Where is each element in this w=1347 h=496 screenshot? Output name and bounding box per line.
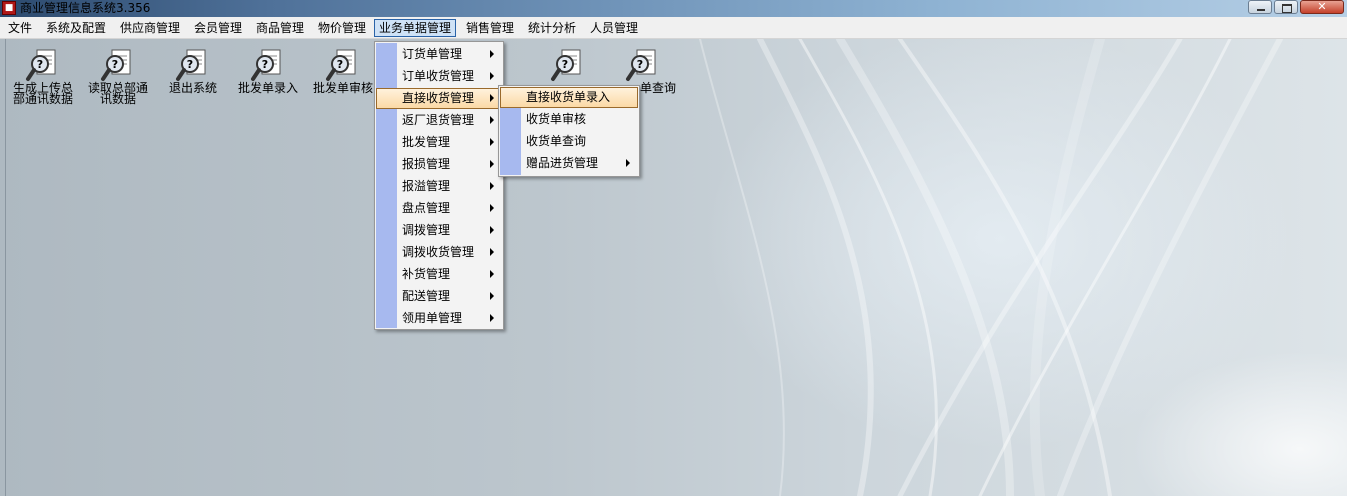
submenu-arrow-icon <box>490 94 494 102</box>
menu-file[interactable]: 文件 <box>4 19 36 37</box>
menu-item-label: 收货单审核 <box>526 112 587 126</box>
menu-item-transfer-receiving[interactable]: 调拨收货管理 <box>376 242 502 263</box>
search-document-icon: ? <box>551 49 581 81</box>
submenu-arrow-icon <box>490 226 494 234</box>
menu-item-return-to-vendor[interactable]: 返厂退货管理 <box>376 110 502 131</box>
menu-item-label: 返厂退货管理 <box>402 113 475 127</box>
svg-text:?: ? <box>262 58 268 71</box>
submenu-arrow-icon <box>490 248 494 256</box>
menu-item-overflow-report[interactable]: 报溢管理 <box>376 176 502 197</box>
menu-item-order-receiving[interactable]: 订单收货管理 <box>376 66 502 87</box>
close-icon[interactable] <box>1300 0 1344 14</box>
submenu-arrow-icon <box>490 314 494 322</box>
svg-text:?: ? <box>187 58 193 71</box>
menu-supplier[interactable]: 供应商管理 <box>116 19 184 37</box>
minimize-icon[interactable] <box>1248 0 1272 14</box>
toolbar-button-upload-data[interactable]: ? 生成上传总 部通讯数据 <box>6 47 80 105</box>
submenu-arrow-icon <box>626 159 630 167</box>
menu-item-label: 收货单查询 <box>526 134 587 148</box>
window-title: 商业管理信息系统3.356 <box>20 1 151 15</box>
submenu-item-receipt-review[interactable]: 收货单审核 <box>500 109 638 130</box>
toolbar-button-hidden-1[interactable]: ? <box>531 47 605 83</box>
menu-item-label: 盘点管理 <box>402 201 451 215</box>
decorative-curves <box>699 39 1283 496</box>
toolbar-button-exit[interactable]: ? 退出系统 <box>156 47 230 94</box>
menu-item-requisition[interactable]: 领用单管理 <box>376 308 502 329</box>
menu-system-config[interactable]: 系统及配置 <box>42 19 110 37</box>
menu-item-label: 领用单管理 <box>402 311 463 325</box>
menu-item-direct-receiving[interactable]: 直接收货管理 <box>376 88 502 109</box>
toolbar-button-wholesale-entry[interactable]: ? 批发单录入 <box>231 47 305 94</box>
maximize-icon[interactable] <box>1274 0 1298 14</box>
submenu-arrow-icon <box>490 204 494 212</box>
submenu-arrow-icon <box>490 270 494 278</box>
search-document-icon: ? <box>101 49 131 81</box>
submenu-item-gift-purchase[interactable]: 赠品进货管理 <box>500 153 638 174</box>
menu-item-label: 配送管理 <box>402 289 451 303</box>
menu-item-wholesale[interactable]: 批发管理 <box>376 132 502 153</box>
menu-item-distribution[interactable]: 配送管理 <box>376 286 502 307</box>
menu-item-inventory-check[interactable]: 盘点管理 <box>376 198 502 219</box>
menu-item-transfer[interactable]: 调拨管理 <box>376 220 502 241</box>
search-document-icon: ? <box>251 49 281 81</box>
window-controls <box>1248 0 1344 15</box>
svg-text:?: ? <box>337 58 343 71</box>
menu-business-documents[interactable]: 业务单据管理 <box>374 19 457 37</box>
submenu-arrow-icon <box>490 50 494 58</box>
menu-item-label: 订货单管理 <box>402 47 463 61</box>
toolbar-label: 批发单审核 <box>312 81 373 95</box>
toolbar-label: 部通讯数据 <box>12 92 73 106</box>
menu-sales[interactable]: 销售管理 <box>462 19 518 37</box>
menu-item-label: 直接收货管理 <box>402 91 475 105</box>
submenu-item-receipt-query[interactable]: 收货单查询 <box>500 131 638 152</box>
desktop-background: ? 生成上传总 部通讯数据 ? 读取总部通 讯数据 ? 退出系统 ? 批发单录入… <box>0 39 1347 496</box>
toolbar-label: 批发单录入 <box>237 81 298 95</box>
submenu-arrow-icon <box>490 138 494 146</box>
menu-goods[interactable]: 商品管理 <box>252 19 308 37</box>
menu-personnel[interactable]: 人员管理 <box>586 19 642 37</box>
toolbar-button-read-data[interactable]: ? 读取总部通 讯数据 <box>81 47 155 105</box>
menu-item-label: 调拨管理 <box>402 223 451 237</box>
menu-price[interactable]: 物价管理 <box>314 19 370 37</box>
submenu-arrow-icon <box>490 160 494 168</box>
search-document-icon: ? <box>176 49 206 81</box>
menu-item-label: 直接收货单录入 <box>526 90 611 104</box>
business-documents-menu: 订货单管理 订单收货管理 直接收货管理 返厂退货管理 批发管理 报损管理 报溢管… <box>374 41 504 330</box>
left-border-line <box>5 39 6 496</box>
title-bar: ■ 商业管理信息系统3.356 <box>0 0 1347 17</box>
menu-item-label: 报溢管理 <box>402 179 451 193</box>
menu-item-label: 调拨收货管理 <box>402 245 475 259</box>
search-document-icon: ? <box>626 49 656 81</box>
toolbar-button-wholesale-review[interactable]: ? 批发单审核 <box>306 47 380 94</box>
search-document-icon: ? <box>26 49 56 81</box>
svg-text:?: ? <box>112 58 118 71</box>
app-book-icon[interactable]: ■ <box>2 1 16 15</box>
svg-text:?: ? <box>637 58 643 71</box>
submenu-arrow-icon <box>490 292 494 300</box>
menu-item-label: 订单收货管理 <box>402 69 475 83</box>
menu-item-damage-report[interactable]: 报损管理 <box>376 154 502 175</box>
svg-text:?: ? <box>37 58 43 71</box>
submenu-item-direct-receipt-entry[interactable]: 直接收货单录入 <box>500 87 638 108</box>
toolbar-label: 退出系统 <box>168 81 217 95</box>
submenu-arrow-icon <box>490 182 494 190</box>
menu-statistics[interactable]: 统计分析 <box>524 19 580 37</box>
submenu-arrow-icon <box>490 116 494 124</box>
search-document-icon: ? <box>326 49 356 81</box>
direct-receiving-submenu: 直接收货单录入 收货单审核 收货单查询 赠品进货管理 <box>498 85 640 177</box>
menu-item-label: 赠品进货管理 <box>526 156 599 170</box>
menu-item-order-management[interactable]: 订货单管理 <box>376 44 502 65</box>
menu-item-replenishment[interactable]: 补货管理 <box>376 264 502 285</box>
svg-text:?: ? <box>562 58 568 71</box>
menu-item-label: 报损管理 <box>402 157 451 171</box>
menu-bar: 文件 系统及配置 供应商管理 会员管理 商品管理 物价管理 业务单据管理 销售管… <box>0 17 1347 39</box>
menu-item-label: 批发管理 <box>402 135 451 149</box>
submenu-arrow-icon <box>490 72 494 80</box>
menu-member[interactable]: 会员管理 <box>190 19 246 37</box>
menu-item-label: 补货管理 <box>402 267 451 281</box>
